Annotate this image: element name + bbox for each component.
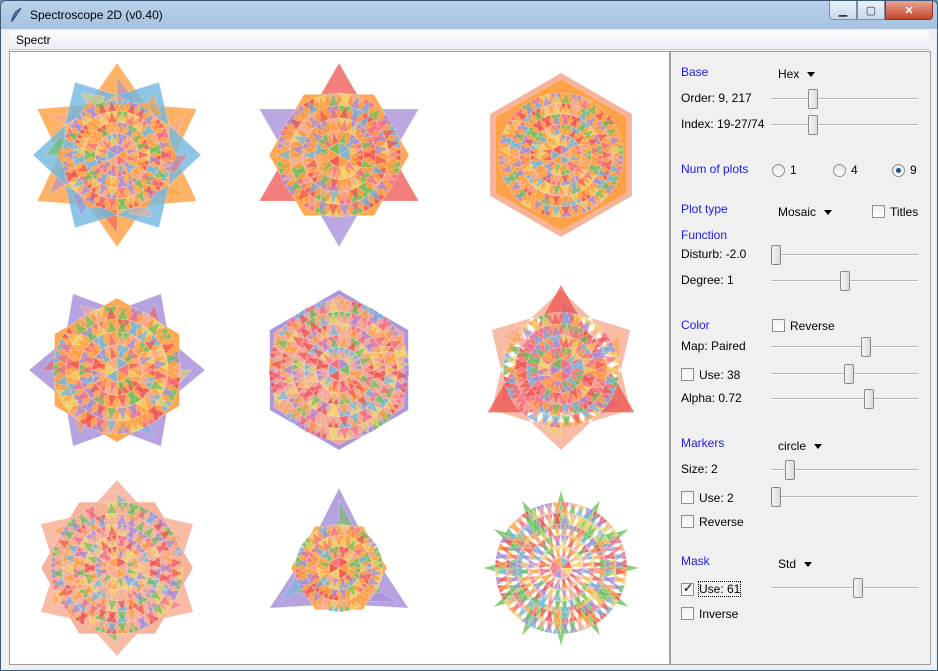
- title-bar[interactable]: Spectroscope 2D (v0.40) ▁ ▢ ✕: [1, 1, 937, 29]
- slider-thumb[interactable]: [861, 337, 871, 357]
- chevron-down-icon: [824, 210, 833, 216]
- marker-reverse-label: Reverse: [699, 515, 744, 529]
- plot-type-heading: Plot type: [681, 202, 728, 216]
- inverse-label: Inverse: [699, 607, 739, 621]
- use-markers-label: Use: 2: [699, 491, 734, 505]
- order-slider[interactable]: [771, 89, 918, 109]
- function-heading: Function: [681, 228, 728, 242]
- app-window: Spectroscope 2D (v0.40) ▁ ▢ ✕ Spectr Bas…: [0, 0, 938, 671]
- alpha-slider[interactable]: [771, 389, 918, 409]
- color-heading: Color: [681, 318, 710, 332]
- slider-thumb[interactable]: [771, 245, 781, 265]
- mask-dropdown[interactable]: Std: [778, 557, 813, 571]
- use-mask-slider[interactable]: [771, 578, 918, 598]
- maximize-button[interactable]: ▢: [857, 1, 885, 20]
- slider-thumb[interactable]: [853, 578, 863, 598]
- slider-thumb[interactable]: [864, 389, 874, 409]
- use-color-checkbox[interactable]: [681, 368, 694, 381]
- plot-canvas[interactable]: [9, 51, 670, 665]
- use-markers-slider[interactable]: [771, 487, 918, 507]
- disturb-label: Disturb: -2.0: [681, 247, 747, 261]
- control-panel: Base Hex Order: 9, 217 Index: 19-27/74 N…: [670, 51, 931, 665]
- base-heading: Base: [681, 65, 709, 79]
- minimize-button[interactable]: ▁: [829, 1, 857, 20]
- plot-type-dropdown[interactable]: Mosaic: [778, 205, 833, 219]
- markers-dropdown[interactable]: circle: [778, 439, 823, 453]
- map-label: Map: Paired: [681, 339, 746, 353]
- inverse-checkbox[interactable]: [681, 607, 694, 620]
- plots-radio-4[interactable]: [833, 164, 846, 177]
- disturb-slider[interactable]: [771, 245, 918, 265]
- menu-bar: Spectr: [9, 31, 929, 50]
- color-reverse-checkbox[interactable]: [772, 319, 785, 332]
- use-mask-label: Use: 61: [697, 581, 742, 597]
- plots-radio-1-label: 1: [790, 163, 797, 177]
- mask-value: Std: [778, 557, 797, 571]
- size-slider[interactable]: [771, 460, 918, 480]
- map-slider[interactable]: [771, 337, 918, 357]
- use-color-slider[interactable]: [771, 364, 918, 384]
- plots-radio-9[interactable]: [892, 164, 905, 177]
- markers-heading: Markers: [681, 436, 725, 450]
- degree-slider[interactable]: [771, 271, 918, 291]
- feather-app-icon: [11, 7, 22, 22]
- markers-value: circle: [778, 439, 807, 453]
- mosaic-plots: [28, 62, 641, 657]
- num-plots-heading: Num of plots: [681, 162, 749, 176]
- slider-thumb[interactable]: [808, 89, 818, 109]
- menu-spectr[interactable]: Spectr: [16, 33, 51, 47]
- marker-reverse-checkbox[interactable]: [681, 515, 694, 528]
- close-button[interactable]: ✕: [885, 1, 933, 20]
- use-color-label: Use: 38: [699, 368, 741, 382]
- titles-checkbox[interactable]: [872, 205, 885, 218]
- use-mask-checkbox[interactable]: [681, 581, 694, 596]
- order-label: Order: 9, 217: [681, 91, 752, 105]
- base-value: Hex: [778, 67, 800, 81]
- chevron-down-icon: [807, 72, 816, 78]
- base-dropdown[interactable]: Hex: [778, 67, 816, 81]
- slider-thumb[interactable]: [785, 460, 795, 480]
- plots-radio-9-label: 9: [910, 163, 917, 177]
- alpha-label: Alpha: 0.72: [681, 391, 742, 405]
- plot-type-value: Mosaic: [778, 205, 817, 219]
- mask-heading: Mask: [681, 554, 710, 568]
- slider-thumb[interactable]: [771, 487, 781, 507]
- index-slider[interactable]: [771, 115, 918, 135]
- size-label: Size: 2: [681, 462, 718, 476]
- chevron-down-icon: [814, 444, 823, 450]
- use-markers-checkbox[interactable]: [681, 491, 694, 504]
- slider-thumb[interactable]: [844, 364, 854, 384]
- titles-label: Titles: [890, 205, 919, 219]
- color-reverse-label: Reverse: [790, 319, 835, 333]
- degree-label: Degree: 1: [681, 273, 734, 287]
- chevron-down-icon: [804, 562, 813, 568]
- slider-thumb[interactable]: [840, 271, 850, 291]
- index-label: Index: 19-27/74: [681, 117, 765, 131]
- plots-radio-4-label: 4: [851, 163, 858, 177]
- plots-radio-1[interactable]: [772, 164, 785, 177]
- slider-thumb[interactable]: [808, 115, 818, 135]
- window-title: Spectroscope 2D (v0.40): [30, 8, 163, 22]
